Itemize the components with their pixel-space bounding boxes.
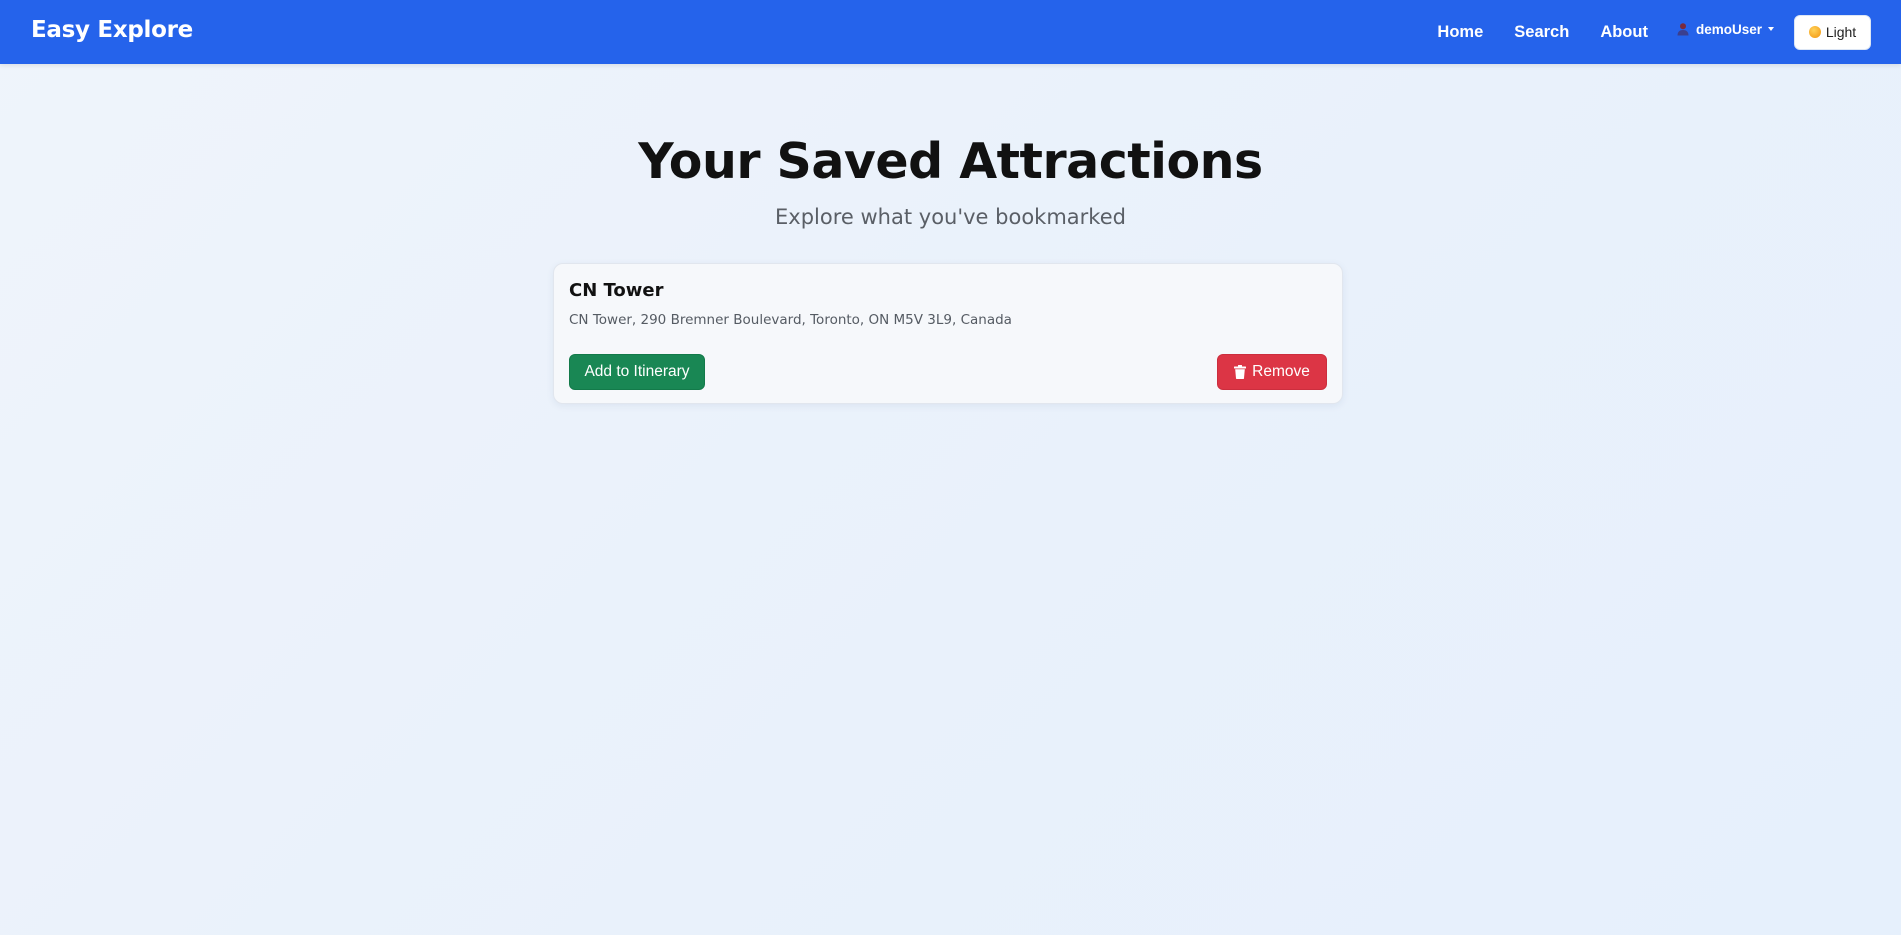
remove-button[interactable]: Remove (1217, 354, 1327, 390)
nav-link-about[interactable]: About (1600, 23, 1648, 42)
trash-icon (1234, 365, 1247, 379)
user-menu-dropdown[interactable]: demoUser (1676, 22, 1774, 37)
remove-label: Remove (1252, 363, 1310, 380)
user-name: demoUser (1695, 21, 1762, 37)
attraction-card: CN Tower CN Tower, 290 Bremner Boulevard… (553, 263, 1343, 404)
nav-links: Home Search About demoUser Light (1437, 0, 1871, 64)
page-subtitle: Explore what you've bookmarked (775, 205, 1126, 229)
nav-link-search[interactable]: Search (1514, 23, 1569, 42)
attraction-address: CN Tower, 290 Bremner Boulevard, Toronto… (569, 312, 1012, 328)
attraction-name: CN Tower (569, 280, 664, 301)
theme-toggle-button[interactable]: Light (1794, 14, 1871, 50)
add-to-itinerary-label: Add to Itinerary (584, 363, 690, 380)
navbar: Easy Explore Home Search About demoUser … (0, 0, 1901, 64)
sun-icon (1808, 26, 1821, 38)
theme-toggle-label: Light (1825, 24, 1857, 40)
brand-logo[interactable]: Easy Explore (31, 17, 193, 43)
page-title: Your Saved Attractions (638, 133, 1263, 190)
user-icon (1676, 22, 1690, 36)
chevron-down-icon (1768, 27, 1774, 31)
add-to-itinerary-button[interactable]: Add to Itinerary (569, 354, 705, 390)
nav-link-home[interactable]: Home (1437, 23, 1483, 42)
